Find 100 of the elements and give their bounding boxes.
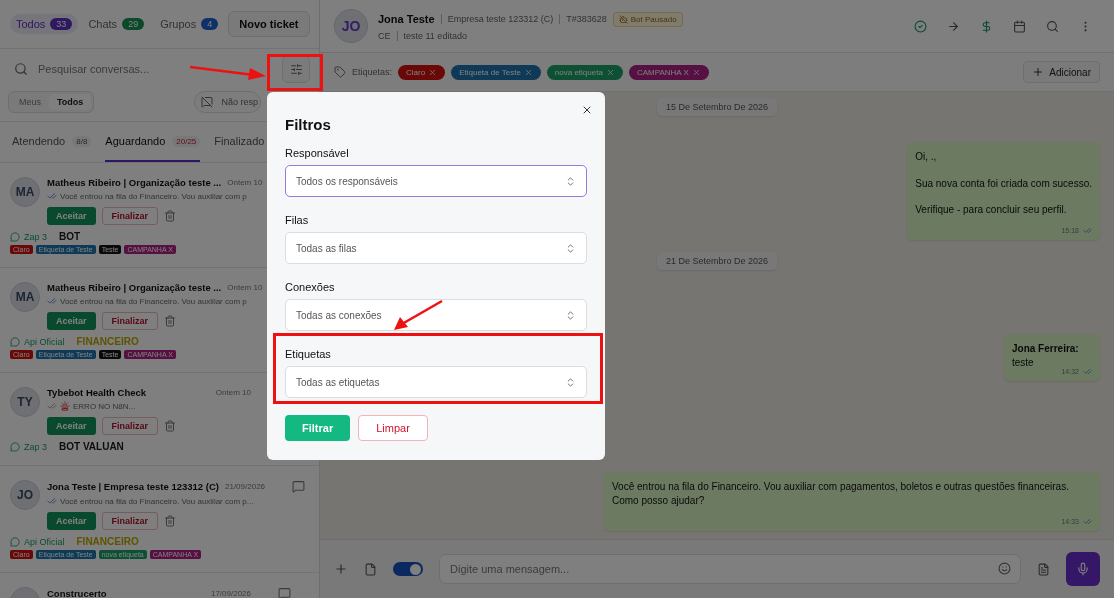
conversation-time: Ontem 10 xyxy=(215,388,251,397)
field-label: Responsável xyxy=(285,147,350,159)
queue-label: FINANCEIRO xyxy=(76,536,139,547)
select-field[interactable]: Todos os responsáveis xyxy=(285,165,587,197)
conversation-title: Construcerto xyxy=(47,588,107,598)
plus-icon xyxy=(1032,66,1045,78)
status-tab[interactable]: Finalizado xyxy=(214,122,265,162)
microphone-icon xyxy=(1076,562,1090,576)
accept-button[interactable]: Aceitar xyxy=(47,207,96,225)
conversation-title: Matheus Ribeiro | Organização teste ... xyxy=(47,177,222,188)
search-icon[interactable] xyxy=(1046,19,1059,33)
status-tab[interactable]: Atendendo 8/8 xyxy=(12,122,92,162)
remove-icon[interactable] xyxy=(428,67,438,77)
contact-state: CE xyxy=(378,30,391,41)
double-check-icon xyxy=(1083,517,1092,527)
document-icon[interactable] xyxy=(1037,562,1050,576)
filter-button[interactable] xyxy=(282,55,310,83)
tag-icon xyxy=(334,66,346,78)
conversation-time: 17/09/2026 xyxy=(210,589,251,598)
accept-button[interactable]: Aceitar xyxy=(47,417,96,435)
sender-name: Jona Ferreira: xyxy=(1012,341,1080,356)
arrow-right-icon[interactable] xyxy=(947,19,960,33)
trash-icon[interactable] xyxy=(164,210,177,222)
remove-icon[interactable] xyxy=(691,67,701,77)
select-field[interactable]: Todas as conexões xyxy=(285,299,587,331)
message-text: teste xyxy=(1012,356,1035,371)
trash-icon[interactable] xyxy=(164,515,177,527)
close-icon xyxy=(581,104,593,116)
conversation-title: Matheus Ribeiro | Organização teste ... xyxy=(47,282,222,293)
bot-off-icon xyxy=(618,14,628,24)
trash-icon[interactable] xyxy=(164,420,177,432)
search-field[interactable]: Pesquisar conversas... xyxy=(36,62,190,76)
highlight-frame xyxy=(267,54,323,91)
check-circle-icon[interactable] xyxy=(914,19,927,33)
remove-icon[interactable] xyxy=(605,67,615,77)
field-label: Filas xyxy=(285,214,310,226)
finish-button[interactable]: Finalizar xyxy=(101,207,159,225)
accept-button[interactable]: Aceitar xyxy=(47,512,96,530)
tag-chip[interactable]: nova etiqueta xyxy=(546,64,623,80)
queue-label: BOT xyxy=(59,231,81,242)
avatar: JO xyxy=(10,480,40,510)
status-tab[interactable]: Aguardando 20/25 xyxy=(105,122,201,162)
finish-button[interactable]: Finalizar xyxy=(101,417,159,435)
scope-tab[interactable]: Chats 29 xyxy=(82,14,151,34)
date-separator: 21 De Setembro De 2026 xyxy=(656,251,778,270)
trash-icon[interactable] xyxy=(164,315,177,327)
contact-name: Jona Teste xyxy=(378,13,435,25)
tags-label: Etiquetas: xyxy=(352,67,393,77)
clear-button[interactable]: Limpar xyxy=(358,415,428,441)
date-separator: 15 De Setembro De 2026 xyxy=(656,98,778,116)
finish-button[interactable]: Finalizar xyxy=(101,512,159,530)
toggle-option[interactable]: Meus xyxy=(11,94,49,110)
field-label: Conexões xyxy=(285,281,336,293)
search-icon xyxy=(14,62,28,76)
message-text: Oi, ., xyxy=(915,150,938,164)
add-tag-button[interactable]: Adicionar xyxy=(1023,61,1100,83)
dollar-icon[interactable] xyxy=(980,19,993,33)
connection-label: Api Oficial xyxy=(24,336,65,347)
tag-chip[interactable]: Etiqueta de Teste xyxy=(451,64,541,80)
remove-icon[interactable] xyxy=(523,67,533,77)
double-check-icon xyxy=(1083,367,1092,377)
toggle-option[interactable]: Todos xyxy=(49,94,92,110)
connection-label: Zap 3 xyxy=(24,441,47,452)
scope-tab[interactable]: Grupos 4 xyxy=(154,14,225,34)
scope-tab[interactable]: Todos 33 xyxy=(10,14,79,34)
queue-label: BOT VALUAN xyxy=(59,441,124,452)
file-icon[interactable] xyxy=(364,562,377,576)
message-icon[interactable] xyxy=(277,587,291,598)
tag-chip[interactable]: CAMPANHA X xyxy=(628,64,709,80)
toggle-switch[interactable] xyxy=(393,562,423,576)
chat-bubble-icon xyxy=(10,336,20,347)
select-field[interactable]: Todas as filas xyxy=(285,232,587,264)
message-preview: ERRO NO N8N... xyxy=(73,401,136,411)
unanswered-filter[interactable]: Não resp xyxy=(194,91,261,113)
apply-button[interactable]: Filtrar xyxy=(285,415,351,441)
message-off-icon xyxy=(201,96,214,108)
message-text: Você entrou na fila do Financeiro. Vou auxiliar com pagamentos, boletos e outras questões financeiras. Como posso ajudar? xyxy=(612,479,1070,509)
finish-button[interactable]: Finalizar xyxy=(101,312,159,330)
message-field[interactable]: Digite uma mensagem... xyxy=(439,554,1021,584)
select-field[interactable]: Todas as etiquetas xyxy=(285,366,587,398)
microphone-button[interactable] xyxy=(1066,552,1100,586)
ticket-number: T#383628 xyxy=(559,14,607,24)
chevrons-icon xyxy=(565,242,576,254)
chat-bubble-icon xyxy=(10,441,20,452)
connection-label: Api Oficial xyxy=(24,536,65,547)
double-check-icon xyxy=(1083,226,1092,236)
avatar: MA xyxy=(10,282,40,312)
field-label: Etiquetas xyxy=(285,348,332,360)
accept-button[interactable]: Aceitar xyxy=(47,312,96,330)
new-ticket-button[interactable]: Novo ticket xyxy=(228,11,310,37)
sliders-icon xyxy=(289,62,303,76)
chevrons-icon xyxy=(565,309,576,321)
message-icon[interactable] xyxy=(291,480,305,493)
chat-bubble-icon xyxy=(10,536,20,547)
avatar: MA xyxy=(10,177,40,207)
tag-chip[interactable]: Claro xyxy=(398,64,446,80)
conversation-title: Jona Teste | Empresa teste 123312 (C) xyxy=(47,481,219,492)
emoji-icon[interactable] xyxy=(998,562,1011,575)
plus-icon[interactable] xyxy=(334,562,348,576)
calendar-icon[interactable] xyxy=(1013,19,1026,33)
